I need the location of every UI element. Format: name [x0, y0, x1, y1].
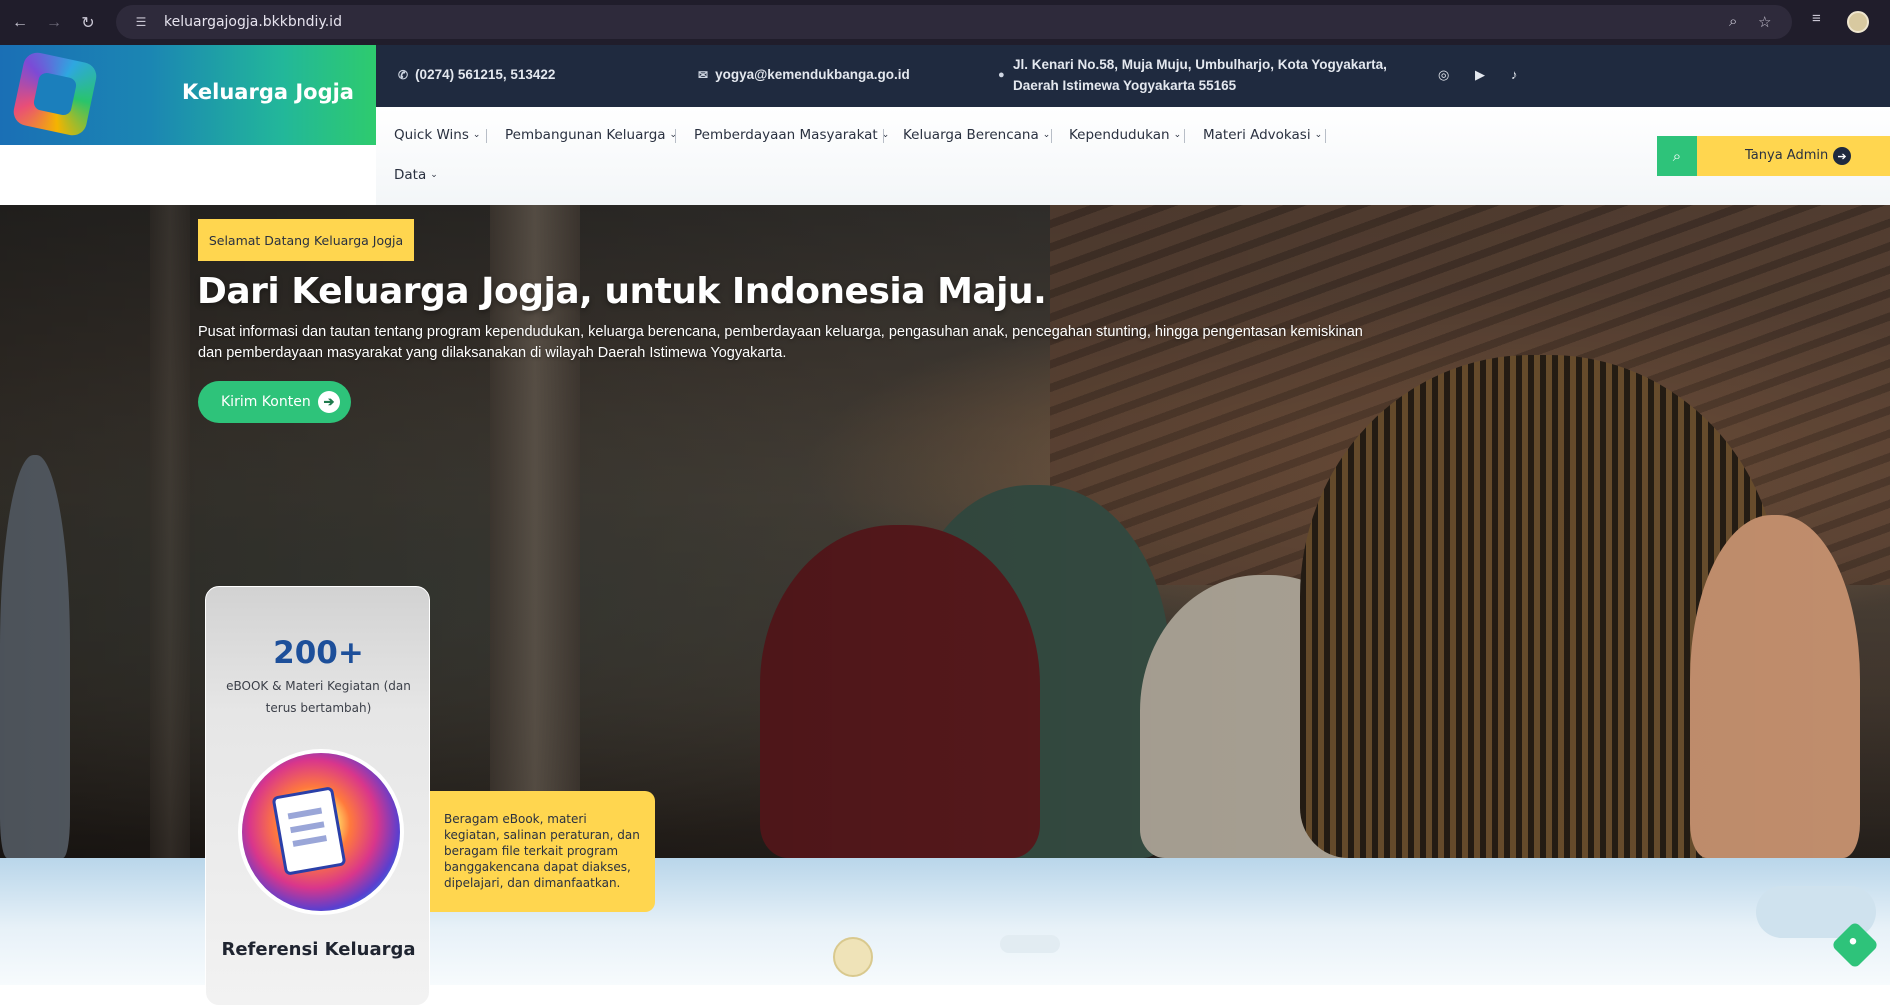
email-text: yogya@kemendukbanga.go.id: [715, 67, 910, 82]
logo-icon: [11, 50, 99, 138]
nav-label: Data: [394, 167, 427, 183]
nav-label: Kependudukan: [1069, 127, 1170, 143]
nav-label: Keluarga Berencana: [903, 127, 1039, 143]
chevron-down-icon: ⌄: [1314, 130, 1323, 140]
nav-item-materi-advokasi[interactable]: Materi Advokasi ⌄: [1203, 127, 1322, 143]
media-control-icon[interactable]: ≡: [1812, 10, 1821, 27]
welcome-badge: Selamat Datang Keluarga Jogja: [198, 219, 414, 261]
submit-content-button[interactable]: Kirim Konten ➔: [198, 381, 351, 423]
zoom-icon[interactable]: ⌕: [1729, 13, 1737, 30]
site-title: Keluarga Jogja: [182, 80, 354, 104]
nav-item-kependudukan[interactable]: Kependudukan ⌄: [1069, 127, 1181, 143]
nav-item-pembangunan-keluarga[interactable]: Pembangunan Keluarga ⌄: [505, 127, 677, 143]
youtube-icon[interactable]: ▶: [1475, 67, 1485, 83]
hero-description: Pusat informasi dan tautan tentang progr…: [198, 324, 1363, 361]
search-button[interactable]: ⌕: [1657, 136, 1697, 176]
chevron-down-icon: ⌄: [1042, 130, 1051, 140]
nav-separator: [1051, 129, 1052, 143]
reference-card-title: Referensi Keluarga: [221, 939, 416, 960]
submit-content-label: Kirim Konten: [221, 394, 311, 410]
nav-separator: [675, 129, 676, 143]
ask-admin-button[interactable]: Tanya Admin ➔: [1697, 136, 1890, 176]
nav-separator: [1184, 129, 1185, 143]
cloud-icon: [1000, 935, 1060, 953]
reload-icon[interactable]: ↻: [74, 9, 102, 37]
address-bar[interactable]: ☰ keluargajogja.bkkbndiy.id ⌕ ☆: [116, 5, 1792, 39]
browser-toolbar: ← → ↻ ☰ keluargajogja.bkkbndiy.id ⌕ ☆ ≡: [0, 0, 1890, 45]
search-icon: ⌕: [1672, 147, 1682, 165]
ebook-count: 200+: [273, 635, 364, 671]
location-pin-icon: ●: [998, 69, 1005, 81]
nav-item-pemberdayaan-masyarakat[interactable]: Pemberdayaan Masyarakat ⌄: [694, 127, 889, 143]
nav-label: Pembangunan Keluarga: [505, 127, 666, 143]
envelope-icon: ✉: [698, 67, 709, 82]
forward-icon[interactable]: →: [40, 9, 68, 37]
ask-admin-label: Tanya Admin: [1745, 148, 1829, 163]
nav-item-keluarga-berencana[interactable]: Keluarga Berencana ⌄: [903, 127, 1050, 143]
nav-separator: [1325, 129, 1326, 143]
nav-separator: [883, 129, 884, 143]
top-info-bar: ✆ (0274) 561215, 513422 ✉ yogya@kemenduk…: [376, 45, 1890, 107]
phone-icon: ✆: [398, 67, 409, 82]
chevron-down-icon: ⌄: [1173, 130, 1182, 140]
arrow-right-icon: ➔: [1833, 147, 1851, 165]
nav-label: Pemberdayaan Masyarakat: [694, 127, 878, 143]
reference-card[interactable]: 200+ eBOOK & Materi Kegiatan (dan terus …: [205, 586, 430, 1006]
chat-icon: ●: [1848, 932, 1858, 950]
nav-label: Materi Advokasi: [1203, 127, 1311, 143]
tiktok-icon[interactable]: ♪: [1511, 67, 1518, 82]
address-text: Jl. Kenari No.58, Muja Muju, Umbulharjo,…: [1013, 57, 1387, 93]
arrow-right-icon: ➔: [318, 391, 340, 413]
instagram-icon[interactable]: ◎: [1438, 67, 1449, 83]
nav-item-quick-wins[interactable]: Quick Wins ⌄: [394, 127, 480, 143]
nav-label: Quick Wins: [394, 127, 469, 143]
nav-separator: [486, 129, 487, 143]
phone-text: (0274) 561215, 513422: [415, 67, 556, 82]
url-text[interactable]: keluargajogja.bkkbndiy.id: [164, 14, 342, 30]
site-logo-block[interactable]: Keluarga Jogja: [0, 45, 376, 145]
phone-contact[interactable]: ✆ (0274) 561215, 513422: [398, 67, 555, 82]
hero-headline: Dari Keluarga Jogja, untuk Indonesia Maj…: [197, 271, 1047, 312]
chevron-down-icon: ⌄: [472, 130, 481, 140]
email-contact[interactable]: ✉ yogya@kemendukbanga.go.id: [698, 67, 910, 82]
sun-icon: [833, 937, 873, 977]
chevron-down-icon: ⌄: [430, 170, 438, 180]
nav-item-data[interactable]: Data ⌄: [394, 167, 438, 183]
site-settings-icon[interactable]: ☰: [132, 13, 150, 31]
ebook-count-caption: eBOOK & Materi Kegiatan (dan terus berta…: [226, 679, 411, 715]
profile-avatar[interactable]: [1847, 11, 1869, 33]
back-icon[interactable]: ←: [6, 9, 34, 37]
reference-note: Beragam eBook, materi kegiatan, salinan …: [430, 791, 655, 912]
bookmark-star-icon[interactable]: ☆: [1758, 13, 1771, 31]
